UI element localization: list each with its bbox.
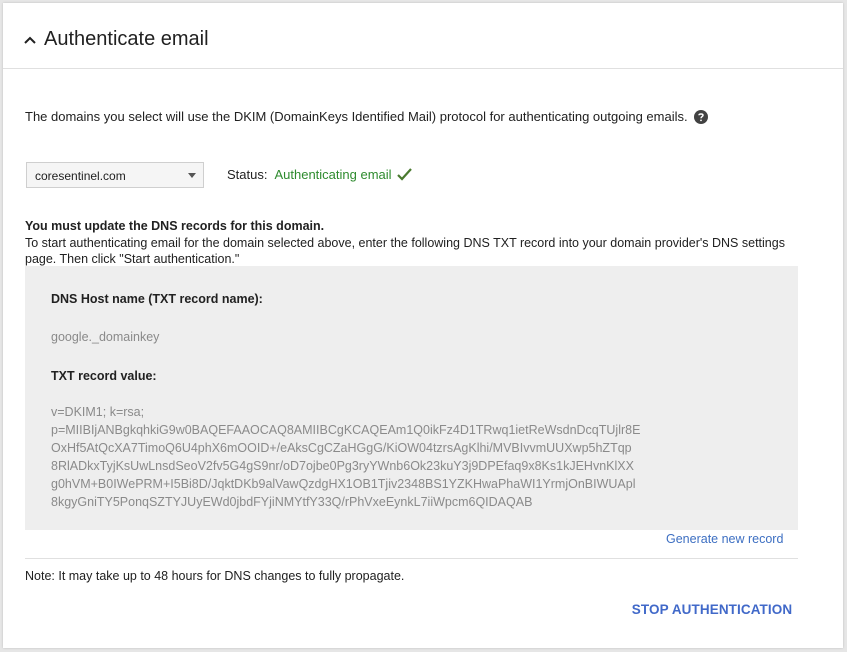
divider [25, 558, 798, 559]
dns-update-instructions: To start authenticating email for the do… [25, 236, 785, 266]
help-icon[interactable] [693, 109, 708, 124]
dns-host-label: DNS Host name (TXT record name): [51, 292, 263, 306]
txt-record-line: 8RlADkxTyjKsUwLnsdSeoV2fv5G4gS9nr/oD7ojb… [51, 459, 634, 473]
dns-host-value: google._domainkey [51, 330, 160, 344]
chevron-up-icon[interactable] [23, 33, 37, 47]
status-row: Status: Authenticating email [227, 167, 412, 182]
txt-record-line: v=DKIM1; k=rsa; [51, 405, 145, 419]
dkim-description-text: The domains you select will use the DKIM… [25, 109, 688, 124]
txt-record-value: v=DKIM1; k=rsa; p=MIIBIjANBgkqhkiG9w0BAQ… [51, 403, 640, 511]
txt-record-line: p=MIIBIjANBgkqhkiG9w0BAQEFAAOCAQ8AMIIBCg… [51, 423, 641, 437]
dns-record-box: DNS Host name (TXT record name): google.… [25, 266, 798, 530]
domain-select-value: coresentinel.com [35, 169, 126, 183]
page-title: Authenticate email [44, 28, 209, 50]
propagation-note: Note: It may take up to 48 hours for DNS… [25, 569, 405, 583]
domain-select[interactable]: coresentinel.com [26, 162, 204, 188]
authenticate-email-card: Authenticate email The domains you selec… [3, 3, 843, 648]
generate-new-record-link[interactable]: Generate new record [666, 532, 783, 546]
txt-record-label: TXT record value: [51, 369, 157, 383]
txt-record-line: g0hVM+B0IWePRM+I5Bi8D/JqktDKb9alVawQzdgH… [51, 477, 636, 491]
status-label: Status: [227, 167, 268, 182]
txt-record-line: 8kgyGniTY5PonqSZTYJUyEWd0jbdFYjiNMYtfY33… [51, 495, 533, 509]
card-header[interactable]: Authenticate email [3, 3, 843, 69]
checkmark-icon [396, 168, 412, 181]
dns-update-title: You must update the DNS records for this… [25, 219, 325, 233]
status-value: Authenticating email [274, 167, 392, 182]
caret-down-icon [188, 173, 196, 178]
txt-record-line: OxHf5AtQcXA7TimoQ6U4phX6mOOID+/eAksCgCZa… [51, 441, 632, 455]
stop-authentication-button[interactable]: STOP AUTHENTICATION [627, 595, 797, 623]
dkim-description: The domains you select will use the DKIM… [25, 109, 708, 124]
